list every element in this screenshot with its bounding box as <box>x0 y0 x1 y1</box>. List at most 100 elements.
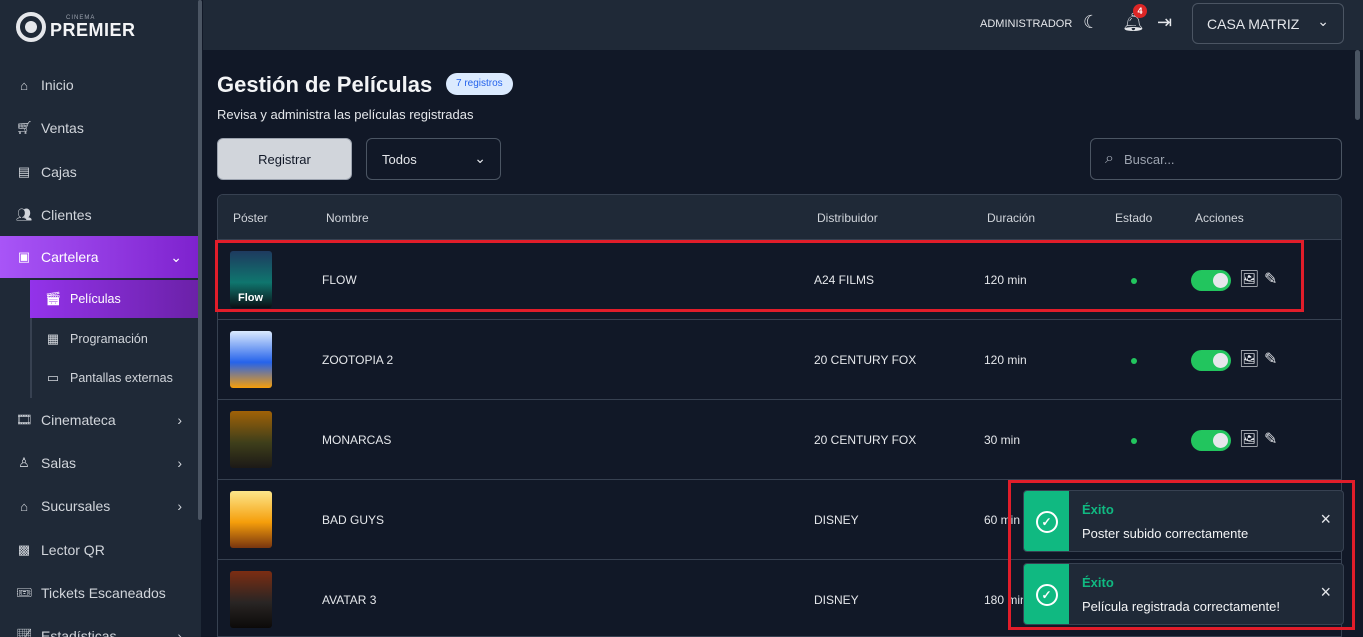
sidebar-subitem-pantallas[interactable]: ▭ Pantallas externas <box>30 359 198 397</box>
movie-duration: 30 min <box>984 433 1021 447</box>
logo-name: PREMIER <box>50 20 136 40</box>
image-icon[interactable]: 🖼︎ <box>1239 349 1259 369</box>
movie-distributor: 20 CENTURY FOX <box>814 353 917 367</box>
movie-duration: 180 min <box>984 593 1027 607</box>
movie-name: AVATAR 3 <box>322 593 377 607</box>
success-toast: ✓ Éxito Poster subido correctamente × <box>1023 490 1344 552</box>
sidebar-item-label: Sucursales <box>41 498 111 514</box>
chart-icon: 📈︎ <box>16 628 33 637</box>
poster-thumbnail[interactable] <box>230 331 272 388</box>
search-input[interactable]: ⌕ Buscar... <box>1090 138 1342 180</box>
movie-distributor: DISNEY <box>814 593 859 607</box>
poster-thumbnail[interactable] <box>230 411 272 468</box>
table-row: ZOOTOPIA 2 20 CENTURY FOX 120 min 🖼︎ ✎ <box>218 320 1341 400</box>
page-subtitle: Revisa y administra las películas regist… <box>217 107 474 122</box>
movie-distributor: A24 FILMS <box>814 273 875 287</box>
poster-title-text: Flow <box>238 292 264 304</box>
poster-thumbnail[interactable] <box>230 571 272 628</box>
logo-icon <box>16 12 46 42</box>
sidebar-item-label: Cajas <box>41 164 77 180</box>
chevron-down-icon: ⌄ <box>170 248 182 265</box>
sidebar-item-cinemateca[interactable]: 🎞︎ Cinemateca › <box>0 399 198 441</box>
image-icon[interactable]: 🖼︎ <box>1239 269 1259 289</box>
main-scrollbar[interactable] <box>1355 50 1360 120</box>
qr-icon: ▩ <box>17 542 31 557</box>
column-header-duration: Duración <box>987 211 1036 225</box>
search-placeholder: Buscar... <box>1123 151 1175 167</box>
user-role[interactable]: ADMINISTRADOR <box>980 18 1072 30</box>
sidebar-item-label: Lector QR <box>41 542 105 558</box>
poster-thumbnail[interactable]: Flow <box>230 251 272 308</box>
close-icon[interactable]: × <box>1320 509 1331 530</box>
record-count-badge: 7 registros <box>446 73 513 95</box>
close-icon[interactable]: × <box>1320 582 1331 603</box>
sidebar-item-label: Tickets Escaneados <box>41 585 166 601</box>
status-dot <box>1131 278 1137 284</box>
film-icon: 🎞︎ <box>16 412 33 427</box>
toast-message: Poster subido correctamente <box>1082 526 1249 541</box>
movie-duration: 60 min <box>984 513 1021 527</box>
column-header-actions: Acciones <box>1195 211 1244 225</box>
chevron-right-icon: › <box>177 455 182 471</box>
sidebar-item-label: Salas <box>41 455 77 471</box>
branch-value: CASA MATRIZ <box>1207 15 1300 32</box>
movie-duration: 120 min <box>984 273 1027 287</box>
sidebar-scrollbar[interactable] <box>198 0 202 520</box>
edit-icon[interactable]: ✎ <box>1264 349 1277 369</box>
theme-toggle-icon[interactable]: ☾ <box>1083 12 1099 33</box>
active-toggle[interactable] <box>1191 350 1231 371</box>
edit-icon[interactable]: ✎ <box>1264 269 1277 289</box>
sidebar-item-clientes[interactable]: 👥︎ Clientes <box>0 194 198 236</box>
movie-name: BAD GUYS <box>322 513 385 527</box>
status-filter-select[interactable]: Todos ⌄ <box>366 138 501 180</box>
calendar-icon: ▦ <box>46 331 60 346</box>
sidebar-item-label: Cartelera <box>41 249 99 265</box>
chevron-down-icon: ⌄ <box>474 150 486 166</box>
column-header-poster: Póster <box>233 211 268 225</box>
logout-icon[interactable]: ⇥ <box>1157 12 1172 33</box>
chevron-right-icon: › <box>177 498 182 514</box>
branch-selector[interactable]: CASA MATRIZ ⌄ <box>1192 3 1344 44</box>
check-circle-icon: ✓ <box>1035 584 1058 606</box>
toast-title: Éxito <box>1082 575 1114 590</box>
column-header-distributor: Distribuidor <box>817 211 878 225</box>
clapper-icon: 🎬︎ <box>45 291 62 306</box>
movie-distributor: DISNEY <box>814 513 859 527</box>
edit-icon[interactable]: ✎ <box>1264 429 1277 449</box>
users-icon: 👥︎ <box>16 207 33 222</box>
sidebar-item-label: Cinemateca <box>41 412 116 428</box>
sidebar-item-cajas[interactable]: ▤ Cajas <box>0 151 198 193</box>
sidebar-item-tickets-escaneados[interactable]: 🎟︎ Tickets Escaneados <box>0 572 198 614</box>
sidebar-subitem-programacion[interactable]: ▦ Programación <box>30 320 198 358</box>
sidebar-item-sucursales[interactable]: ⌂ Sucursales › <box>0 485 198 527</box>
sidebar-item-salas[interactable]: ♙ Salas › <box>0 442 198 484</box>
column-header-name: Nombre <box>326 211 369 225</box>
home-icon: ⌂ <box>20 77 28 93</box>
check-circle-icon: ✓ <box>1035 511 1058 533</box>
table-row: Flow FLOW A24 FILMS 120 min 🖼︎ ✎ <box>218 240 1341 320</box>
poster-thumbnail[interactable] <box>230 491 272 548</box>
sidebar-item-cartelera[interactable]: ▣ Cartelera ⌄ <box>0 236 198 278</box>
image-icon[interactable]: 🖼︎ <box>1239 429 1259 449</box>
sidebar-item-inicio[interactable]: ⌂ Inicio <box>0 64 198 106</box>
movie-name: FLOW <box>322 273 357 287</box>
sidebar-subitem-peliculas[interactable]: 🎬︎ Películas <box>30 280 198 318</box>
sidebar-item-ventas[interactable]: 🛒︎ Ventas <box>0 107 198 149</box>
movie-name: ZOOTOPIA 2 <box>322 353 394 367</box>
cart-icon: 🛒︎ <box>16 120 33 135</box>
cinema-premier-logo[interactable]: CINEMA PREMIER <box>16 12 136 42</box>
success-toast: ✓ Éxito Película registrada correctament… <box>1023 563 1344 625</box>
register-button[interactable]: Registrar <box>217 138 352 180</box>
active-toggle[interactable] <box>1191 270 1231 291</box>
toast-title: Éxito <box>1082 502 1114 517</box>
column-header-status: Estado <box>1115 211 1153 225</box>
sidebar-item-lector-qr[interactable]: ▩ Lector QR <box>0 529 198 571</box>
status-dot <box>1131 438 1137 444</box>
sidebar-item-estadisticas[interactable]: 📈︎ Estadísticas › <box>0 615 198 637</box>
table-header: Póster Nombre Distribuidor Duración Esta… <box>218 195 1341 240</box>
movie-name: MONARCAS <box>322 433 392 447</box>
sidebar-item-label: Ventas <box>41 120 84 136</box>
sidebar-subitem-label: Películas <box>70 292 121 306</box>
ticket-icon: 🎟︎ <box>16 585 33 600</box>
active-toggle[interactable] <box>1191 430 1231 451</box>
